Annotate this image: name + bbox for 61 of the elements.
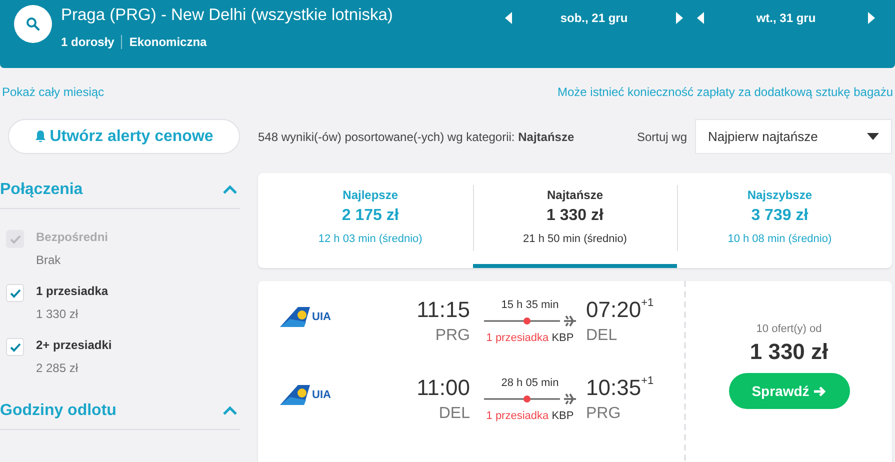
day-offset: +1 — [641, 375, 654, 387]
previous-date-icon[interactable] — [697, 12, 705, 24]
filter-option-label[interactable]: 1 przesiadka — [36, 284, 108, 298]
flight-duration: 15 h 35 min — [500, 299, 560, 311]
checkmark-icon — [10, 288, 20, 298]
next-date-icon[interactable] — [674, 12, 683, 24]
cabin-label[interactable]: Ekonomiczna — [129, 35, 207, 49]
checkbox[interactable] — [6, 284, 24, 302]
arrival-time: 10:35 — [586, 375, 642, 401]
results-summary: 548 wyniki(-ów) posortowane(-ych) wg kategorii: Najtańsze — [258, 130, 574, 144]
filter-heading[interactable]: Godziny odlotu — [0, 402, 116, 420]
arrival-time: 07:20 — [586, 297, 642, 323]
stopover-airport: KBP — [552, 332, 574, 344]
filter-heading[interactable]: Połączenia — [0, 181, 83, 199]
month-link[interactable]: Pokaż cały miesiąc — [2, 85, 104, 99]
arrival-airport: DEL — [586, 327, 618, 345]
checkbox[interactable] — [6, 338, 24, 356]
offers-count: 10 ofert(y) od — [755, 323, 823, 335]
airline-tail-icon — [280, 383, 310, 407]
passengers-label[interactable]: 1 dorosły — [61, 35, 114, 49]
checkmark-icon — [10, 234, 20, 244]
arrow-right-icon — [814, 386, 826, 396]
departure-airport: DEL — [438, 405, 470, 423]
filter-option-label[interactable]: 2+ przesiadki — [36, 338, 112, 352]
dropdown-caret-icon — [867, 133, 879, 140]
filter-option-price: Brak — [36, 253, 62, 267]
route-title[interactable]: Praga (PRG) - New Delhi (wszystkie lotniska) — [61, 6, 393, 25]
sort-dropdown[interactable]: Najpierw najtańsze — [695, 119, 892, 154]
departure-airport: PRG — [434, 327, 470, 345]
sort-tab[interactable]: Najlepsze 2 175 zł 12 h 03 min (średnio) — [268, 173, 473, 268]
search-icon — [26, 17, 40, 31]
previous-date-icon[interactable] — [505, 12, 513, 24]
sort-tab[interactable]: Najtańsze 1 330 zł 21 h 50 min (średnio) — [472, 173, 678, 268]
day-offset: +1 — [641, 297, 654, 309]
stops-count: 1 przesiadka — [486, 410, 549, 422]
checkmark-icon — [10, 342, 20, 352]
filter-option-price: 1 330 zł — [36, 307, 80, 321]
price: 1 330 zł — [748, 339, 830, 365]
search-button[interactable] — [14, 5, 52, 43]
check-button[interactable]: Sprawdź — [728, 373, 850, 409]
price-alert-button[interactable]: Utwórz alerty cenowe — [8, 119, 240, 154]
flight-result-card[interactable]: UIA 11:15 PRG 15 h 35 min 1 przesiadka KBP 07:20$^{+1}$ DEL UIA 11:00 DEL 28 h 05 min 1 przesiadka KBP 10:35$^{+1}$ PRG 10 ofert(y) od 1 330 zł Sprawdź — [258, 281, 892, 462]
arrival-airport: PRG — [586, 405, 622, 423]
airline-name: UIA — [312, 389, 331, 401]
chevron-up-icon[interactable] — [222, 406, 238, 416]
airline-tail-icon — [280, 305, 310, 329]
bell-icon — [34, 130, 46, 143]
date-label[interactable]: sob., 21 gru — [560, 11, 628, 25]
sort-label: Sortuj wg — [636, 130, 687, 144]
stops-count: 1 przesiadka — [486, 332, 549, 344]
baggage-link[interactable]: Może istnieć konieczność zapłaty za dodatkową sztukę bagażu — [557, 85, 893, 99]
next-date-icon[interactable] — [867, 12, 875, 24]
flight-duration: 28 h 05 min — [500, 377, 560, 389]
departure-time: 11:00 — [416, 375, 470, 401]
stopover-airport: KBP — [552, 410, 574, 422]
filter-option-price: 2 285 zł — [36, 361, 80, 375]
airline-name: UIA — [312, 311, 331, 323]
chevron-up-icon[interactable] — [222, 185, 238, 195]
departure-time: 11:15 — [416, 297, 470, 323]
date-label[interactable]: wt., 31 gru — [756, 11, 816, 25]
sort-tab[interactable]: Najszybsze 3 739 zł 10 h 08 min (średnio) — [677, 173, 882, 268]
